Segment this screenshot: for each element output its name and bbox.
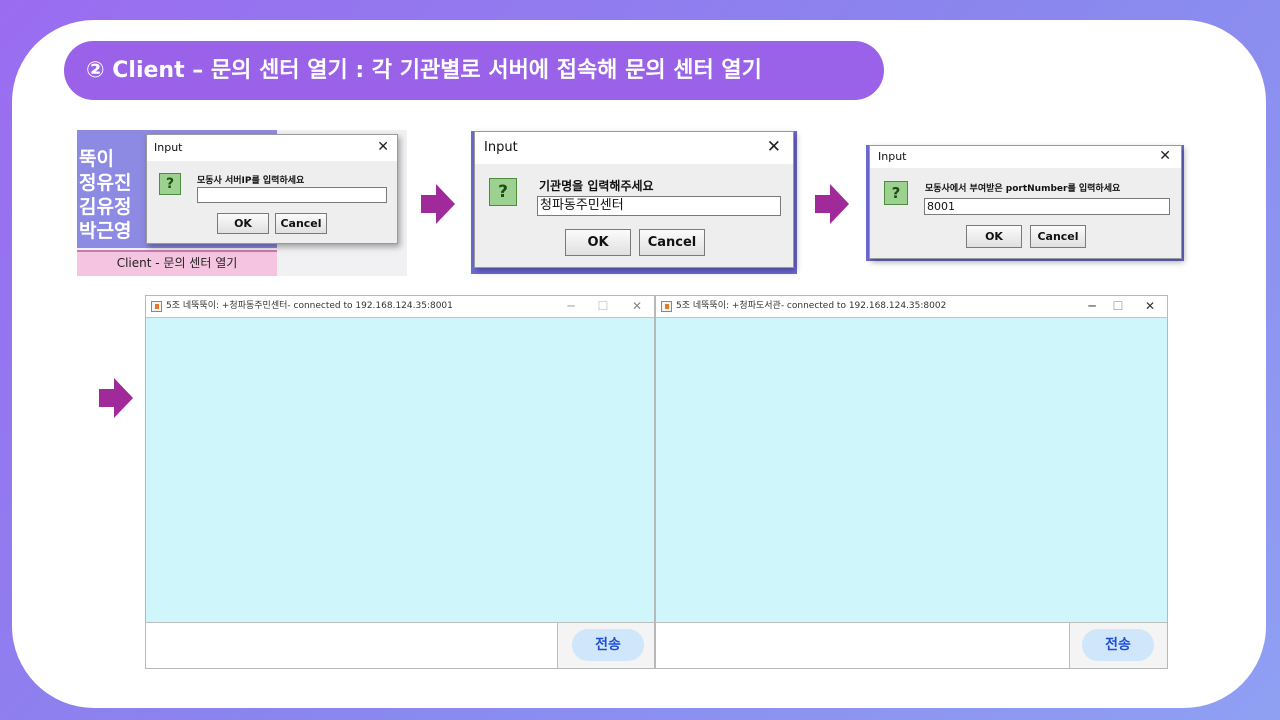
- maximize-icon[interactable]: ☐: [1103, 296, 1133, 317]
- maximize-icon[interactable]: ☐: [588, 296, 618, 317]
- input-dialog-server-ip: Input ✕ ? 모동사 서버IP를 입력하세요 OK Cancel: [146, 134, 398, 244]
- close-icon[interactable]: ✕: [377, 139, 389, 155]
- dialog-message: 모동사 서버IP를 입력하세요: [197, 176, 305, 186]
- ok-button[interactable]: OK: [565, 229, 631, 256]
- question-icon: ?: [884, 181, 908, 205]
- window-title: 5조 네뚝뚝이: +청파도서관- connected to 192.168.12…: [676, 301, 947, 311]
- input-dialog-port-number: Input ✕ ? 모동사에서 부여받은 portNumber를 입력하세요 8…: [869, 145, 1182, 259]
- dialog-message: 기관명을 입력해주세요: [539, 179, 654, 193]
- close-icon[interactable]: ✕: [1159, 148, 1171, 164]
- ok-button[interactable]: OK: [217, 213, 269, 234]
- dialog-title: Input: [878, 150, 907, 163]
- window-title: 5조 네뚝뚝이: +청파동주민센터- connected to 192.168.…: [166, 301, 453, 311]
- team-name: 정유진: [79, 172, 132, 194]
- send-button[interactable]: 전송: [1082, 629, 1154, 661]
- arrow-right-icon: [99, 378, 133, 418]
- cancel-button[interactable]: Cancel: [1030, 225, 1086, 248]
- dialog-titlebar: Input ✕: [475, 132, 793, 164]
- dialog-title: Input: [484, 140, 518, 155]
- java-app-icon: [151, 301, 162, 312]
- team-name: 김유정: [79, 196, 132, 218]
- team-name: 뚝이: [79, 148, 114, 170]
- input-bar: 전송: [146, 622, 654, 668]
- question-icon: ?: [489, 178, 517, 206]
- client-open-button[interactable]: Client - 문의 센터 열기: [77, 250, 277, 276]
- screenshot-port-number: Input ✕ ? 모동사에서 부여받은 portNumber를 입력하세요 8…: [866, 145, 1184, 261]
- chat-log-area[interactable]: [146, 317, 654, 622]
- arrow-right-icon: [815, 184, 849, 224]
- chat-window-community-center: 5조 네뚝뚝이: +청파동주민센터- connected to 192.168.…: [145, 295, 655, 669]
- slide-banner-title: ② Client – 문의 센터 열기 : 각 기관별로 서버에 접속해 문의 …: [64, 41, 884, 100]
- window-titlebar: 5조 네뚝뚝이: +청파도서관- connected to 192.168.12…: [656, 296, 1167, 317]
- screenshot-server-ip: 뚝이 정유진 김유정 박근영 Client - 문의 센터 열기 Input ✕…: [77, 130, 407, 276]
- cancel-button[interactable]: Cancel: [275, 213, 327, 234]
- close-icon[interactable]: ✕: [767, 137, 781, 157]
- question-icon: ?: [159, 173, 181, 195]
- dialog-message: 모동사에서 부여받은 portNumber를 입력하세요: [925, 184, 1121, 194]
- ok-button[interactable]: OK: [966, 225, 1022, 248]
- agency-name-input[interactable]: 청파동주민센터: [537, 196, 781, 216]
- chat-window-library: 5조 네뚝뚝이: +청파도서관- connected to 192.168.12…: [655, 295, 1168, 669]
- message-input[interactable]: [656, 623, 1070, 668]
- screenshot-agency-name: Input ✕ ? 기관명을 입력해주세요 청파동주민센터 OK Cancel: [471, 131, 797, 274]
- server-ip-input[interactable]: [197, 187, 387, 203]
- port-number-input[interactable]: 8001: [924, 198, 1170, 215]
- input-dialog-agency-name: Input ✕ ? 기관명을 입력해주세요 청파동주민센터 OK Cancel: [474, 131, 794, 268]
- message-input[interactable]: [146, 623, 558, 668]
- team-name: 박근영: [79, 220, 132, 242]
- window-titlebar: 5조 네뚝뚝이: +청파동주민센터- connected to 192.168.…: [146, 296, 654, 317]
- arrow-right-icon: [421, 184, 455, 224]
- send-button[interactable]: 전송: [572, 629, 644, 661]
- close-icon[interactable]: ✕: [622, 296, 652, 317]
- chat-log-area[interactable]: [656, 317, 1167, 622]
- minimize-icon[interactable]: ─: [556, 296, 586, 317]
- java-app-icon: [661, 301, 672, 312]
- close-icon[interactable]: ✕: [1135, 296, 1165, 317]
- dialog-titlebar: Input ✕: [870, 146, 1181, 168]
- dialog-titlebar: Input ✕: [147, 135, 397, 161]
- cancel-button[interactable]: Cancel: [639, 229, 705, 256]
- input-bar: 전송: [656, 622, 1167, 668]
- dialog-title: Input: [154, 141, 183, 154]
